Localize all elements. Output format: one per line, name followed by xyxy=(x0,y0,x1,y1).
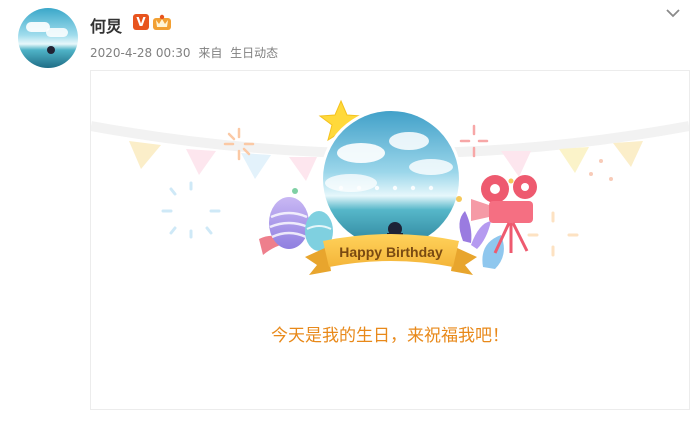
verified-v-icon: V xyxy=(133,14,149,30)
pennant-flag xyxy=(241,153,271,179)
pennant-flag xyxy=(186,149,216,175)
avatar[interactable] xyxy=(18,8,78,68)
birthday-wish-text: 今天是我的生日，来祝福我吧！ xyxy=(271,326,509,346)
sparkle-burst xyxy=(527,211,579,257)
avatar-figure xyxy=(47,46,55,54)
crown-icon xyxy=(153,14,171,30)
birthday-illustration: Happy Birthday xyxy=(91,99,689,275)
source-prefix: 来自 xyxy=(198,46,223,60)
banner-text: Happy Birthday xyxy=(339,244,443,260)
pennant-flag xyxy=(501,151,531,177)
avatar-cloud xyxy=(46,28,68,37)
post-source[interactable]: 生日动态 xyxy=(230,46,278,60)
post-meta: 2020-4-28 00:30 来自 生日动态 xyxy=(90,44,282,61)
pennant-flag xyxy=(289,157,317,181)
pennant-flag xyxy=(559,147,589,173)
pennant-flag xyxy=(613,141,643,167)
sparkle-burst xyxy=(589,159,613,181)
post-time[interactable]: 2020-4-28 00:30 xyxy=(90,46,191,60)
pennant-flag xyxy=(129,141,161,169)
sparkle-burst xyxy=(161,181,221,239)
leaf-purple xyxy=(459,211,472,243)
birthday-card[interactable]: Happy Birthday 今天是我的生日，来祝福我吧！ xyxy=(90,70,690,410)
username[interactable]: 何炅 xyxy=(90,13,122,37)
chevron-down-icon[interactable] xyxy=(666,8,680,18)
